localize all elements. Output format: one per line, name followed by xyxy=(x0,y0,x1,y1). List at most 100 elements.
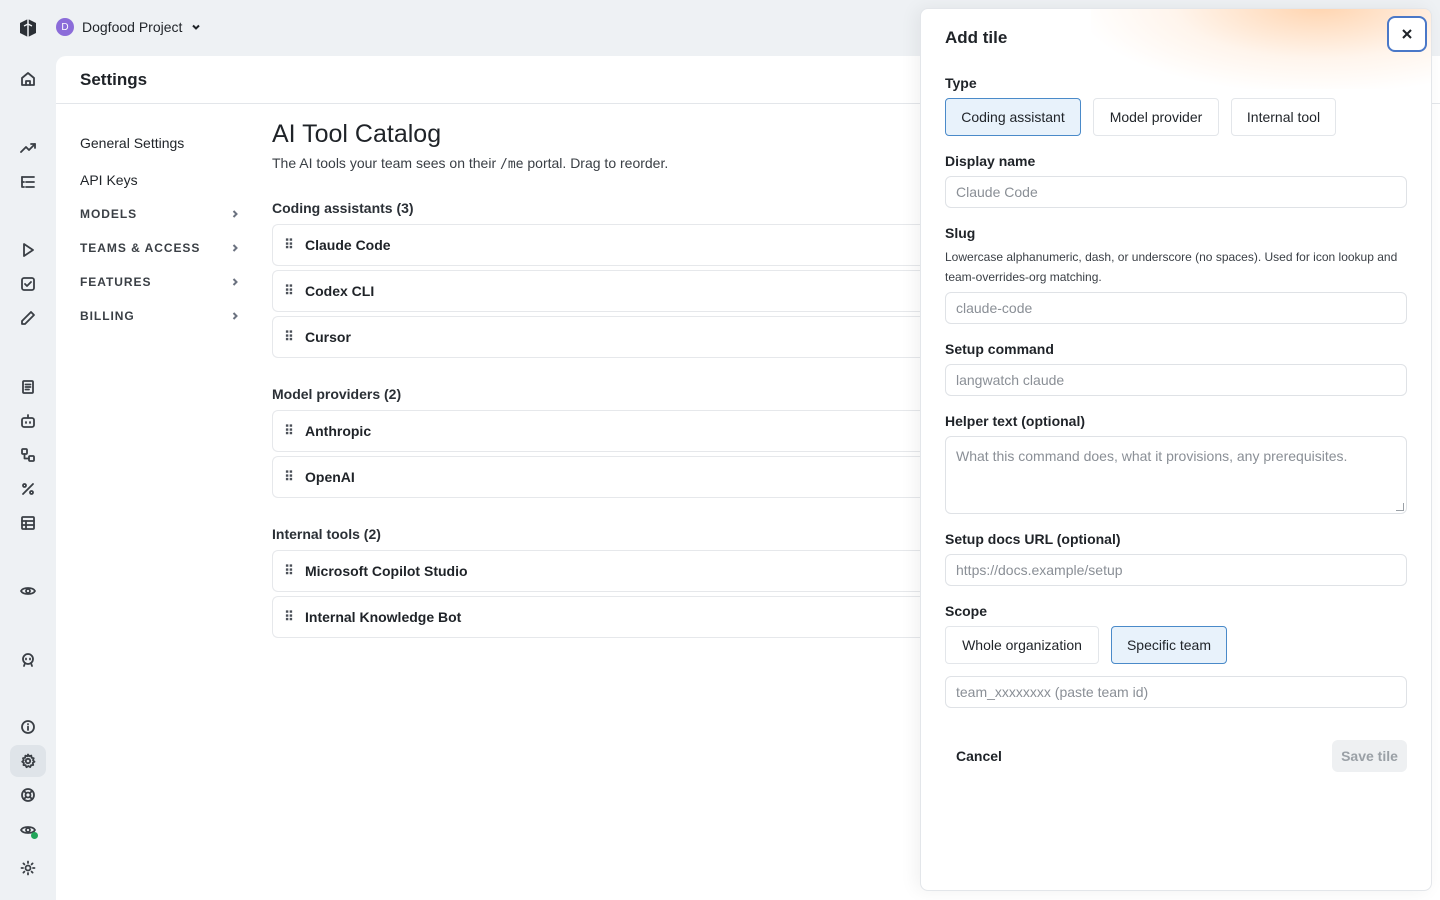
subtitle-code: /me xyxy=(500,157,524,172)
bot-icon[interactable] xyxy=(10,405,46,437)
drag-handle-icon[interactable]: ⠿ xyxy=(283,329,295,345)
chevron-right-icon xyxy=(232,244,238,252)
sidebar-group-models[interactable]: MODELS xyxy=(80,197,240,231)
project-avatar: D xyxy=(56,18,74,36)
sidebar-group-label: FEATURES xyxy=(80,275,152,289)
tile-row[interactable]: ⠿ Codex CLI xyxy=(272,270,972,312)
tile-row[interactable]: ⠿ Claude Code xyxy=(272,224,972,266)
pencil-icon[interactable] xyxy=(10,302,46,334)
online-status-dot xyxy=(31,832,38,839)
display-name-label: Display name xyxy=(945,153,1036,169)
sidebar-group-billing[interactable]: BILLING xyxy=(80,299,240,333)
checkbox-icon[interactable] xyxy=(10,268,46,300)
drawer-title: Add tile xyxy=(945,28,1008,47)
sidebar-group-label: TEAMS & ACCESS xyxy=(80,241,201,255)
chevron-down-icon xyxy=(192,24,201,30)
tile-name: OpenAI xyxy=(305,469,355,485)
analytics-icon[interactable] xyxy=(10,132,46,164)
type-label: Type xyxy=(945,75,977,91)
tile-name: Microsoft Copilot Studio xyxy=(305,563,468,579)
tile-name: Internal Knowledge Bot xyxy=(305,609,462,625)
drag-handle-icon[interactable]: ⠿ xyxy=(283,423,295,439)
type-option-model-provider[interactable]: Model provider xyxy=(1093,98,1219,136)
helper-text-textarea[interactable]: What this command does, what it provisio… xyxy=(945,436,1407,514)
chevron-right-icon xyxy=(232,210,238,218)
docs-url-label: Setup docs URL (optional) xyxy=(945,531,1121,547)
play-icon[interactable] xyxy=(10,234,46,266)
drag-handle-icon[interactable]: ⠿ xyxy=(283,469,295,485)
theme-sun-icon[interactable] xyxy=(10,852,46,884)
tile-row[interactable]: ⠿ Cursor xyxy=(272,316,972,358)
close-button[interactable] xyxy=(1387,16,1427,52)
decorative-glow xyxy=(1091,9,1431,89)
workflow-icon[interactable] xyxy=(10,439,46,471)
sidebar-group-teams-access[interactable]: TEAMS & ACCESS xyxy=(80,231,240,265)
setup-command-input[interactable]: langwatch claude xyxy=(945,364,1407,396)
drag-handle-icon[interactable]: ⠿ xyxy=(283,237,295,253)
team-id-input[interactable]: team_xxxxxxxx (paste team id) xyxy=(945,676,1407,708)
tile-name: Anthropic xyxy=(305,423,372,439)
tile-name: Claude Code xyxy=(305,237,391,253)
docs-url-input[interactable]: https://docs.example/setup xyxy=(945,554,1407,586)
sidebar-group-label: BILLING xyxy=(80,309,135,323)
slug-help-text: Lowercase alphanumeric, dash, or undersc… xyxy=(945,250,1398,284)
document-icon[interactable] xyxy=(10,371,46,403)
setup-command-label: Setup command xyxy=(945,341,1054,357)
section-title: Internal tools (2) xyxy=(272,526,381,542)
sidebar-group-features[interactable]: FEATURES xyxy=(80,265,240,299)
app-logo-icon[interactable] xyxy=(14,14,42,42)
tile-name: Codex CLI xyxy=(305,283,375,299)
chevron-right-icon xyxy=(232,278,238,286)
section-model-providers: Model providers (2) ⠿ Anthropic ⠿ OpenAI xyxy=(272,384,972,498)
cancel-button[interactable]: Cancel xyxy=(945,740,1013,772)
tile-name: Cursor xyxy=(305,329,351,345)
section-title: Model providers (2) xyxy=(272,386,402,402)
display-name-input[interactable]: Claude Code xyxy=(945,176,1407,208)
type-option-coding-assistant[interactable]: Coding assistant xyxy=(945,98,1081,136)
sidebar-item-api-keys[interactable]: API Keys xyxy=(80,163,240,197)
tile-row[interactable]: ⠿ OpenAI xyxy=(272,456,972,498)
scope-option-specific-team[interactable]: Specific team xyxy=(1111,626,1227,664)
left-rail xyxy=(0,0,56,900)
catalog-content: AI Tool Catalog The AI tools your team s… xyxy=(272,120,972,638)
agent-icon[interactable] xyxy=(10,644,46,676)
sidebar-item-general-settings[interactable]: General Settings xyxy=(80,126,240,160)
section-internal-tools: Internal tools (2) ⠿ Microsoft Copilot St… xyxy=(272,524,972,638)
info-icon[interactable] xyxy=(10,711,46,743)
slug-input[interactable]: claude-code xyxy=(945,292,1407,324)
drag-handle-icon[interactable]: ⠿ xyxy=(283,283,295,299)
status-eye-icon[interactable] xyxy=(10,814,46,846)
helper-text-label: Helper text (optional) xyxy=(945,413,1086,429)
catalog-subtitle: The AI tools your team sees on their /me… xyxy=(272,155,972,172)
drag-handle-icon[interactable]: ⠿ xyxy=(283,563,295,579)
project-selector[interactable]: D Dogfood Project xyxy=(56,18,202,36)
subtitle-text: portal. Drag to reorder. xyxy=(523,155,669,171)
section-title: Coding assistants (3) xyxy=(272,200,414,216)
traces-list-icon[interactable] xyxy=(10,166,46,198)
drag-handle-icon[interactable]: ⠿ xyxy=(283,609,295,625)
settings-sidebar: General Settings API Keys MODELS TEAMS &… xyxy=(80,126,240,333)
percent-icon[interactable] xyxy=(10,473,46,505)
resize-handle-icon[interactable] xyxy=(1396,503,1404,511)
scope-label: Scope xyxy=(945,603,988,619)
tile-row[interactable]: ⠿ Microsoft Copilot Studio xyxy=(272,550,972,592)
sidebar-group-label: MODELS xyxy=(80,207,138,221)
section-coding-assistants: Coding assistants (3) ⠿ Claude Code ⠿ Code… xyxy=(272,198,972,358)
scope-option-whole-organization[interactable]: Whole organization xyxy=(945,626,1099,664)
table-icon[interactable] xyxy=(10,507,46,539)
eye-icon[interactable] xyxy=(10,575,46,607)
support-lifebuoy-icon[interactable] xyxy=(10,779,46,811)
tile-row[interactable]: ⠿ Anthropic xyxy=(272,410,972,452)
helper-text-placeholder: What this command does, what it provisio… xyxy=(956,448,1348,464)
catalog-title: AI Tool Catalog xyxy=(272,120,442,148)
settings-gear-icon[interactable] xyxy=(10,745,46,777)
chevron-right-icon xyxy=(232,312,238,320)
subtitle-text: The AI tools your team sees on their xyxy=(272,155,501,171)
home-icon[interactable] xyxy=(10,63,46,95)
tile-row[interactable]: ⠿ Internal Knowledge Bot xyxy=(272,596,972,638)
close-icon xyxy=(1402,29,1412,39)
save-tile-button[interactable]: Save tile xyxy=(1332,740,1407,772)
slug-label: Slug xyxy=(945,225,976,241)
project-name: Dogfood Project xyxy=(82,19,183,35)
type-option-internal-tool[interactable]: Internal tool xyxy=(1231,98,1336,136)
